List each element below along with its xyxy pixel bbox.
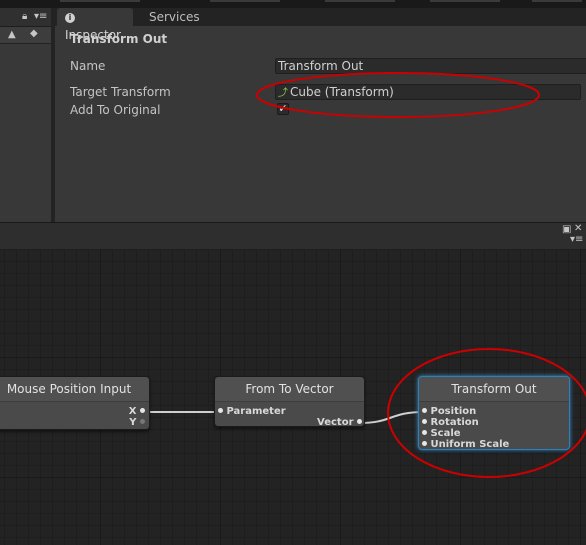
strip-segment	[430, 0, 500, 2]
target-transform-field[interactable]: ⤴ Cube (Transform)	[275, 84, 581, 100]
close-icon[interactable]: ✕	[574, 224, 582, 234]
port-dot	[422, 408, 427, 413]
port-dot	[422, 441, 427, 446]
name-field[interactable]: Transform Out	[275, 58, 586, 74]
port-vector[interactable]: Vector	[317, 417, 362, 428]
transform-icon: ⤴	[278, 88, 288, 99]
port-rotation-label: Rotation	[430, 417, 479, 428]
port-dot	[422, 430, 427, 435]
node-mouse-position-input[interactable]: Mouse Position Input X Y	[0, 376, 150, 430]
add-to-original-label: Add To Original	[70, 103, 161, 117]
port-scale[interactable]: Scale	[422, 428, 461, 439]
port-y-label: Y	[129, 417, 137, 428]
port-dot	[140, 408, 145, 413]
tab-services[interactable]: Services	[143, 8, 206, 26]
name-label: Name	[70, 59, 106, 73]
info-icon: i	[65, 13, 75, 23]
graph-header: ▣ ✕ ▾≡	[0, 222, 586, 250]
port-parameter[interactable]: Parameter	[218, 406, 286, 417]
strip-segment	[532, 0, 582, 2]
port-uniform-scale[interactable]: Uniform Scale	[422, 439, 509, 450]
port-y[interactable]: Y	[129, 417, 145, 428]
inspector-tabbar: iInspector Services	[55, 8, 586, 42]
shapes-icon[interactable]: ▲	[8, 30, 16, 40]
checkmark-icon: ✓	[278, 102, 288, 115]
port-x-label: X	[128, 406, 137, 417]
tab-services-label: Services	[149, 10, 200, 24]
node-title: From To Vector	[215, 377, 364, 402]
port-position[interactable]: Position	[422, 406, 476, 417]
wire-vector-to-position	[359, 411, 425, 424]
port-vector-label: Vector	[317, 417, 354, 428]
port-uniform-scale-label: Uniform Scale	[430, 439, 510, 450]
component-title: Transform Out	[70, 32, 168, 46]
tab-inspector[interactable]: iInspector	[57, 8, 133, 42]
lock-icon[interactable]: 🔒︎	[22, 12, 27, 22]
strip-segment	[325, 0, 395, 2]
inspector-panel: iInspector Services Transform Out Name T…	[55, 8, 586, 222]
strip-segment	[210, 0, 280, 2]
port-dot	[422, 419, 427, 424]
tag-icon[interactable]: ◆	[30, 29, 38, 39]
menu-icon[interactable]: ▾≡	[570, 235, 583, 245]
port-parameter-label: Parameter	[226, 406, 286, 417]
node-title: Mouse Position Input	[0, 377, 149, 402]
target-transform-value: Cube (Transform)	[290, 85, 394, 99]
left-panel-tools: ▲ ◆	[0, 27, 51, 44]
left-panel-header: 🔒︎ ▾≡	[0, 8, 51, 27]
port-dot	[218, 408, 223, 413]
port-position-label: Position	[430, 406, 477, 417]
port-dot	[357, 419, 362, 424]
menu-icon[interactable]: ▾≡	[34, 12, 47, 22]
strip-segment	[60, 0, 140, 2]
port-dot	[140, 419, 145, 424]
add-to-original-checkbox[interactable]: ✓	[277, 103, 289, 115]
left-panel: 🔒︎ ▾≡ ▲ ◆	[0, 8, 52, 222]
node-graph-canvas[interactable]: Mouse Position Input X Y From To Vector …	[0, 249, 586, 545]
name-field-value: Transform Out	[278, 59, 364, 73]
node-from-to-vector[interactable]: From To Vector Parameter Vector	[214, 376, 365, 428]
node-transform-out[interactable]: Transform Out Position Rotation Scale Un…	[418, 376, 570, 450]
node-title: Transform Out	[419, 377, 569, 402]
port-x[interactable]: X	[129, 406, 145, 417]
port-scale-label: Scale	[430, 428, 461, 439]
target-transform-label: Target Transform	[70, 85, 171, 99]
top-toolbar-strip	[0, 0, 586, 8]
port-rotation[interactable]: Rotation	[422, 417, 479, 428]
